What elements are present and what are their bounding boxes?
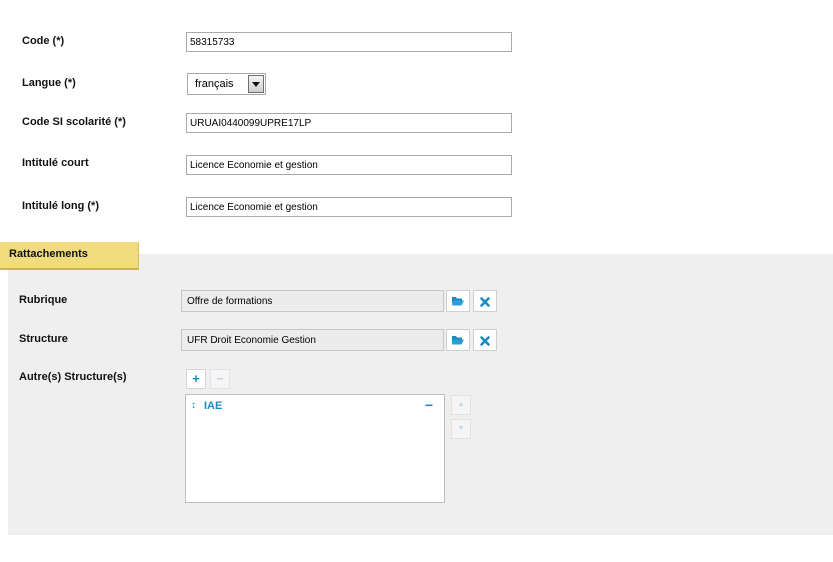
autres-structures-list[interactable]: ↕ IAE − — [185, 394, 445, 503]
langue-label: Langue (*) — [22, 77, 76, 89]
arrow-down-icon: ▼ — [457, 425, 465, 432]
move-down-button[interactable]: ▼ — [451, 419, 471, 439]
rubrique-value: Offre de formations — [187, 296, 273, 307]
tab-rattachements-label: Rattachements — [9, 248, 88, 260]
folder-open-icon — [452, 336, 464, 345]
close-icon — [480, 297, 490, 307]
remove-item-icon[interactable]: − — [425, 397, 433, 413]
arrow-up-icon: ▲ — [457, 401, 465, 408]
intitule-long-label: Intitulé long (*) — [22, 200, 99, 212]
rubrique-browse-button[interactable] — [446, 290, 470, 312]
tab-rattachements[interactable]: Rattachements — [0, 242, 139, 270]
move-up-button[interactable]: ▲ — [451, 395, 471, 415]
autres-structures-label: Autre(s) Structure(s) — [19, 371, 127, 383]
drag-handle-icon[interactable]: ↕ — [191, 400, 196, 411]
rubrique-field: Offre de formations — [181, 290, 444, 312]
structure-browse-button[interactable] — [446, 329, 470, 351]
structure-field: UFR Droit Economie Gestion — [181, 329, 444, 351]
structure-value: UFR Droit Economie Gestion — [187, 335, 316, 346]
rubrique-clear-button[interactable] — [473, 290, 497, 312]
code-si-label: Code SI scolarité (*) — [22, 116, 126, 128]
code-label: Code (*) — [22, 35, 65, 47]
intitule-court-input[interactable] — [186, 155, 512, 175]
list-item-label: IAE — [204, 400, 223, 412]
list-item[interactable]: ↕ IAE − — [191, 397, 436, 416]
structure-label: Structure — [19, 333, 68, 345]
add-structure-button[interactable]: + — [186, 369, 206, 389]
minus-icon: − — [216, 371, 224, 386]
code-si-input[interactable] — [186, 113, 512, 133]
langue-select[interactable]: français — [187, 73, 266, 95]
remove-structure-button[interactable]: − — [210, 369, 230, 389]
rubrique-label: Rubrique — [19, 294, 68, 306]
langue-selected-value: français — [195, 78, 234, 90]
folder-open-icon — [452, 297, 464, 306]
plus-icon: + — [192, 371, 200, 386]
intitule-court-label: Intitulé court — [22, 157, 89, 169]
chevron-down-icon[interactable] — [248, 75, 264, 93]
structure-clear-button[interactable] — [473, 329, 497, 351]
code-input[interactable] — [186, 32, 512, 52]
close-icon — [480, 336, 490, 346]
intitule-long-input[interactable] — [186, 197, 512, 217]
